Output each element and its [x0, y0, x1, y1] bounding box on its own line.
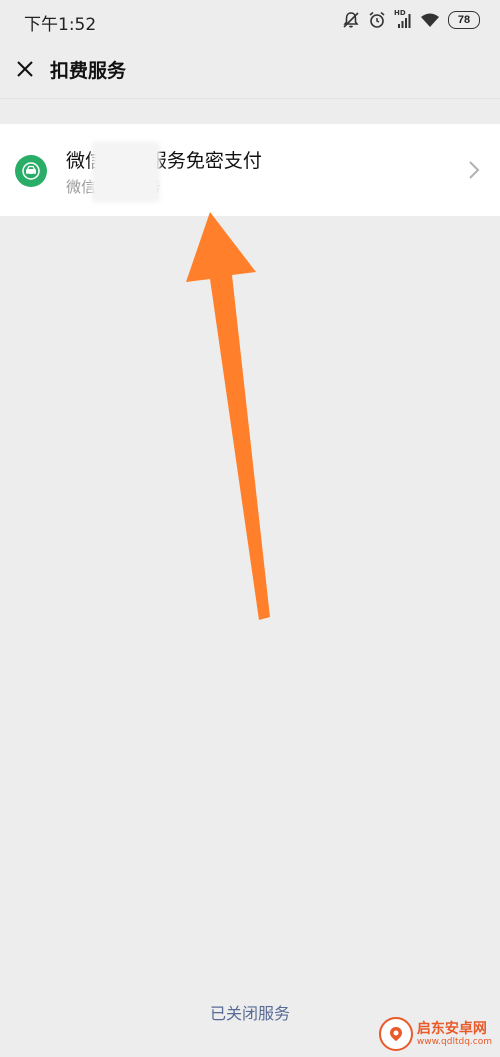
close-button[interactable] — [10, 54, 40, 84]
watermark-logo-icon — [378, 1017, 413, 1051]
battery-icon: 78 — [448, 11, 480, 29]
service-list-item[interactable]: 微信▒▒▒服务免密支付 微信▒▒▒服务 — [0, 124, 500, 216]
status-time: 下午1:52 — [24, 15, 97, 35]
car-payment-icon — [15, 155, 47, 187]
nav-bar: 扣费服务 — [0, 40, 500, 98]
wifi-icon — [421, 13, 439, 27]
mute-bell-icon — [343, 12, 359, 28]
alarm-icon — [369, 11, 385, 28]
chevron-right-icon — [469, 161, 480, 179]
nav-divider — [0, 98, 500, 99]
watermark: 启东安卓网 www.qdltdq.com — [378, 1017, 492, 1051]
status-icons: HD 78 — [342, 9, 480, 31]
status-bar: 下午1:52 HD 78 — [0, 0, 500, 40]
close-icon — [17, 61, 33, 77]
watermark-url: www.qdltdq.com — [416, 1037, 492, 1047]
redaction-patch — [92, 142, 160, 202]
watermark-name: 启东安卓网 — [416, 1021, 487, 1037]
signal-icon: HD — [394, 9, 412, 29]
page-title: 扣费服务 — [50, 60, 127, 82]
